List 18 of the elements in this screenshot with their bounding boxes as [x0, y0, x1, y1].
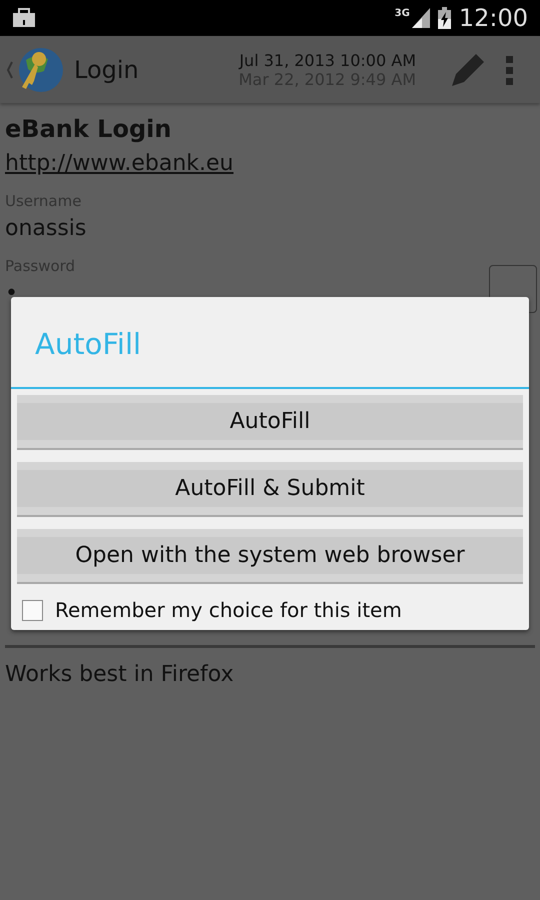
checkbox-label[interactable]: Remember my choice for this item: [55, 598, 402, 622]
modified-date: Jul 31, 2013 10:00 AM: [239, 50, 416, 70]
option-button[interactable]: Open with the system web browser: [17, 529, 523, 584]
entry-title: eBank Login: [5, 115, 172, 143]
notes-text: Works best in Firefox: [4, 661, 235, 689]
screen-title: Login: [74, 56, 139, 84]
clock: 12:00: [458, 4, 528, 32]
dialog-title: AutoFill: [34, 326, 142, 363]
briefcase-icon: [12, 8, 36, 28]
option-button[interactable]: AutoFill & Submit: [17, 462, 523, 517]
field-value: •: [5, 281, 18, 306]
checkbox[interactable]: [22, 600, 43, 620]
option-button[interactable]: AutoFill: [17, 395, 523, 450]
field-value: onassis: [5, 216, 88, 241]
battery-icon: [438, 7, 451, 29]
signal-icon: [412, 8, 430, 28]
network-type: 3G: [394, 8, 410, 19]
pencil-icon[interactable]: [450, 52, 486, 88]
